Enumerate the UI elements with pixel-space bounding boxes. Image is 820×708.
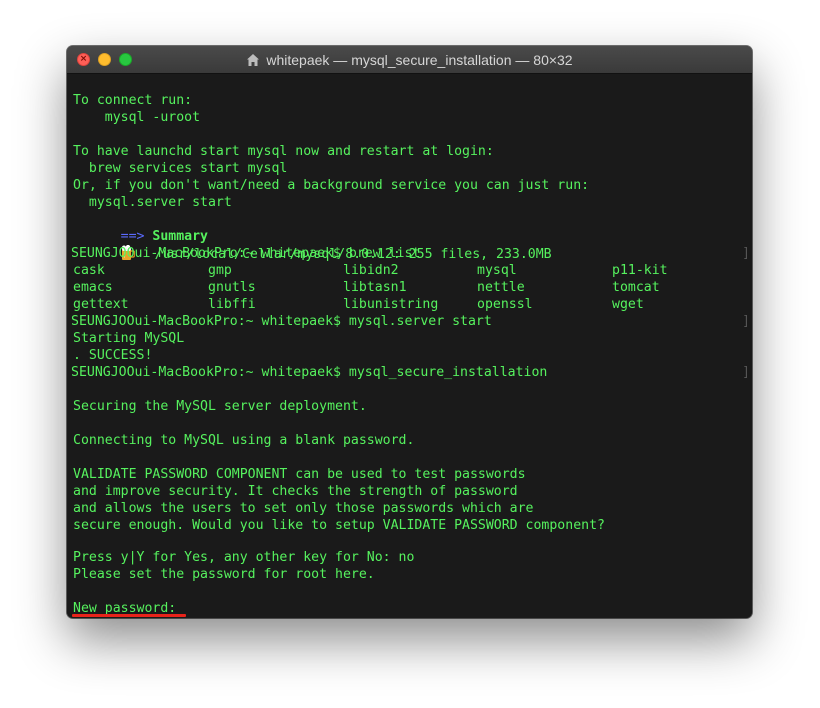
brew-package: mysql [477, 263, 517, 278]
window-title: whitepaek — mysql_secure_installation — … [266, 51, 573, 68]
house-icon [247, 53, 260, 66]
terminal-line: To have launchd start mysql now and rest… [73, 144, 494, 159]
terminal-line: . SUCCESS! [73, 348, 153, 363]
brew-list-row: gettext libffi libunistring openssl wget [73, 296, 733, 313]
prompt-line: SEUNGJOOui-MacBookPro:~ whitepaek$ mysql… [71, 365, 548, 380]
brew-package: libtasn1 [343, 280, 407, 295]
line-marker-bracket: ] [742, 246, 750, 261]
terminal-line: mysql.server start [73, 195, 232, 210]
prompt-line: SEUNGJOOui-MacBookPro:~ whitepaek$ brew … [71, 246, 421, 261]
brew-package: tomcat [612, 280, 660, 295]
brew-package: libunistring [343, 297, 439, 312]
terminal-content[interactable]: To connect run: mysql -uroot To have lau… [67, 74, 752, 618]
brew-list-row: emacs gnutls libtasn1 nettle tomcat [73, 279, 733, 296]
window-title-group: whitepaek — mysql_secure_installation — … [67, 46, 752, 73]
terminal-line: Or, if you don't want/need a background … [73, 178, 590, 193]
summary-path-line: /usr/local/Cellar/mysql/8.0.12: 255 file… [73, 228, 552, 262]
brew-package: gnutls [208, 280, 256, 295]
terminal-line: Connecting to MySQL using a blank passwo… [73, 433, 415, 448]
line-marker-bracket: ] [742, 365, 750, 380]
brew-package: gmp [208, 263, 232, 278]
terminal-line: and improve security. It checks the stre… [73, 484, 518, 499]
terminal-line: Securing the MySQL server deployment. [73, 399, 367, 414]
brew-package: nettle [477, 280, 525, 295]
brew-package: wget [612, 297, 644, 312]
brew-package: gettext [73, 297, 129, 312]
terminal-window: × whitepaek — mysql_secure_installation … [67, 46, 752, 618]
brew-package: cask [73, 263, 105, 278]
line-marker-bracket: ] [742, 314, 750, 329]
brew-package: emacs [73, 280, 113, 295]
terminal-line: Please set the password for root here. [73, 567, 375, 582]
brew-package: libidn2 [343, 263, 399, 278]
terminal-line: and allows the users to set only those p… [73, 501, 534, 516]
brew-package: p11-kit [612, 263, 668, 278]
brew-list-row: cask gmp libidn2 mysql p11-kit [73, 262, 733, 279]
brew-package: libffi [208, 297, 256, 312]
summary-line: ==> Summary [73, 211, 208, 244]
highlight-underline [72, 614, 186, 617]
terminal-line: To connect run: [73, 93, 193, 108]
terminal-line: mysql -uroot [73, 110, 201, 125]
brew-package: openssl [477, 297, 533, 312]
terminal-line: secure enough. Would you like to setup V… [73, 518, 605, 533]
terminal-line: Press y|Y for Yes, any other key for No:… [73, 550, 415, 565]
terminal-line: Starting MySQL [73, 331, 185, 346]
terminal-line: VALIDATE PASSWORD COMPONENT can be used … [73, 467, 526, 482]
prompt-line: SEUNGJOOui-MacBookPro:~ whitepaek$ mysql… [71, 314, 492, 329]
terminal-line: brew services start mysql [73, 161, 288, 176]
title-bar[interactable]: × whitepaek — mysql_secure_installation … [67, 46, 752, 74]
